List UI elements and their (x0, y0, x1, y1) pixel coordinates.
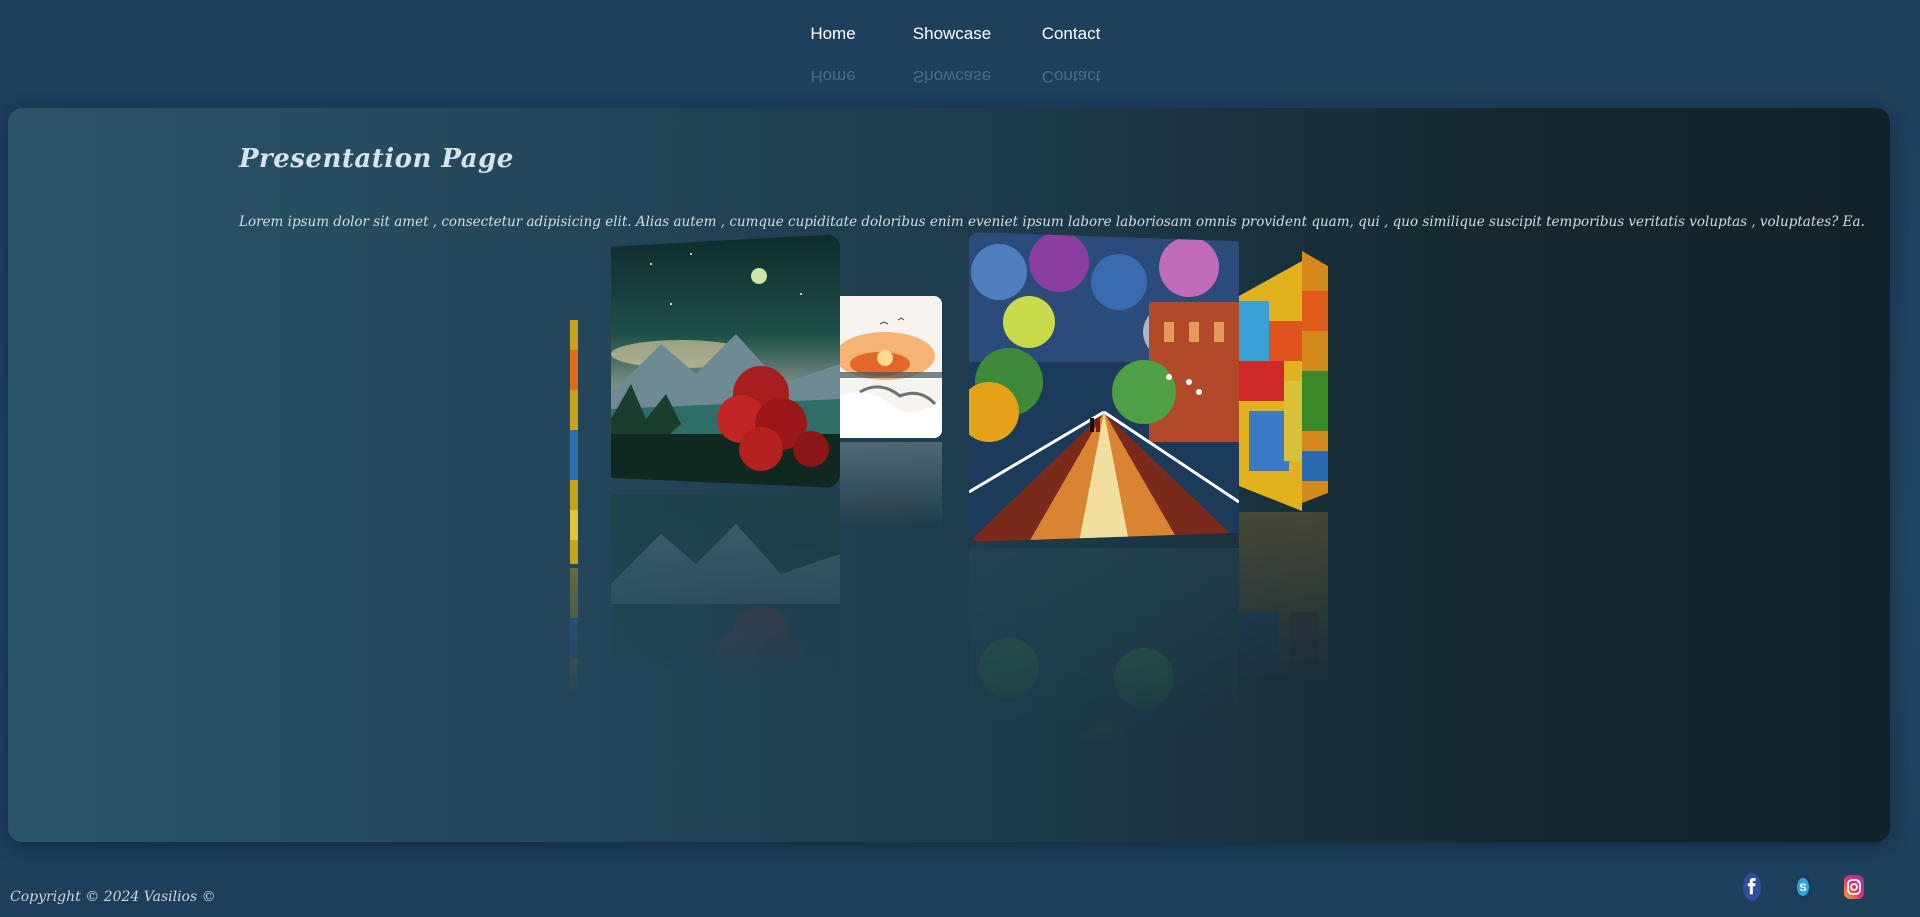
top-nav: Home Showcase Contact Home Showcase Cont… (0, 0, 1920, 108)
social-links: S (1740, 872, 1866, 902)
nav-contact-link[interactable]: Contact (1012, 24, 1131, 44)
presentation-panel: Presentation Page Lorem ipsum dolor sit … (8, 108, 1890, 842)
gallery-reflection-colorful-street (1239, 512, 1328, 712)
nav-showcase-reflection: Showcase (912, 67, 992, 86)
instagram-icon[interactable] (1842, 872, 1866, 902)
gallery-card-sunset-watercolor[interactable] (840, 296, 942, 438)
facebook-icon[interactable] (1740, 872, 1764, 902)
gallery-reflection-rainy-park (969, 548, 1239, 778)
gallery-reflection-sunset-watercolor (840, 442, 942, 542)
copyright-text: Copyright © 2024 Vasilios © (10, 889, 216, 905)
skype-icon[interactable]: S (1791, 872, 1815, 902)
gallery-card-starry-mountain[interactable] (611, 234, 840, 488)
gallery-card-colorful-street-back[interactable] (1302, 251, 1328, 503)
gallery-reflection-starry-mountain (611, 494, 840, 704)
gallery-card-rainy-park[interactable] (969, 232, 1239, 542)
gallery-card-colorful-street[interactable] (1239, 261, 1302, 511)
nav-home-link[interactable]: Home (774, 24, 893, 44)
nav-reflection: Home Showcase Contact (0, 66, 1920, 86)
gallery-reflection-abstract-edge (570, 568, 578, 718)
image-carousel[interactable] (8, 108, 1890, 842)
nav-links: Home Showcase Contact (0, 24, 1920, 44)
nav-showcase-link[interactable]: Showcase (893, 24, 1012, 44)
gallery-card-abstract-edge[interactable] (570, 320, 578, 564)
nav-home-reflection: Home (810, 67, 856, 86)
svg-text:S: S (1799, 882, 1806, 894)
nav-contact-reflection: Contact (1041, 67, 1101, 86)
